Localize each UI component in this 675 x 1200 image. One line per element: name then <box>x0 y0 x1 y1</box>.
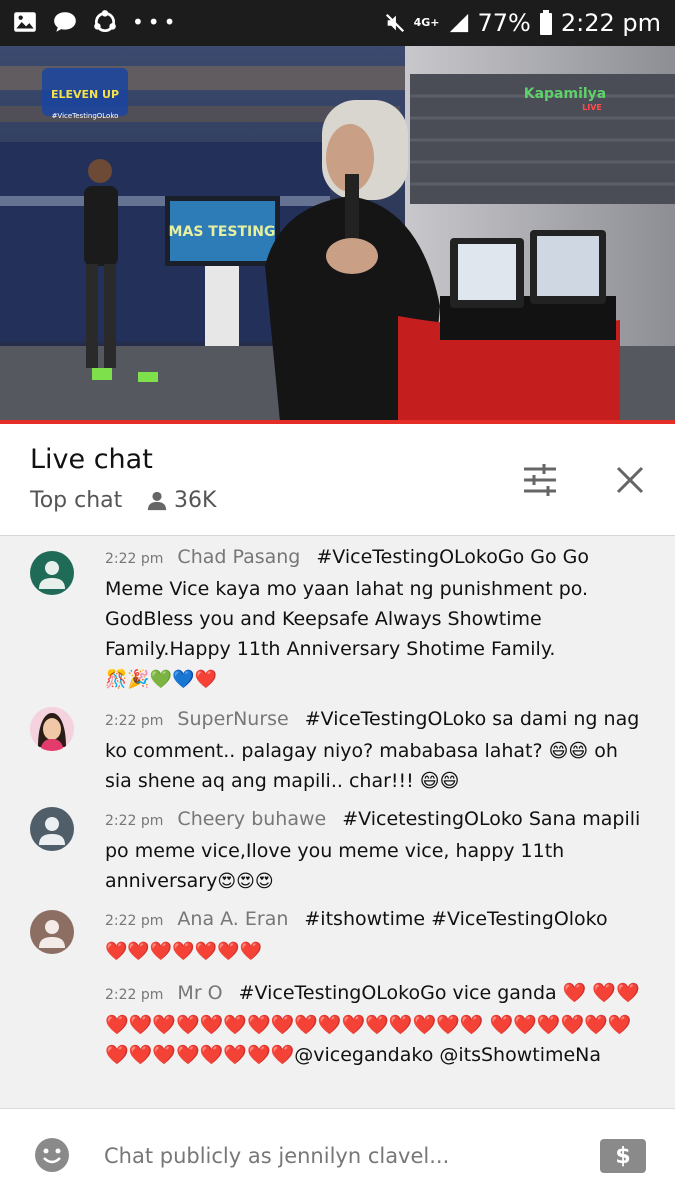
message-emoji: 🎊🎉💚💙❤️ <box>105 669 218 690</box>
default-avatar-icon <box>30 807 74 851</box>
network-type: 4G+ <box>413 16 440 29</box>
super-chat-button[interactable]: $ <box>600 1139 646 1173</box>
close-icon <box>616 466 644 494</box>
chat-title: Live chat <box>30 444 153 475</box>
video-player[interactable]: MAS TESTING ELEVEN UP #ViceTestingOLoko … <box>0 46 675 422</box>
chat-mode-selector[interactable]: Top chat <box>30 488 122 513</box>
default-avatar-icon <box>30 910 74 954</box>
more-notifications-icon: ••• <box>132 10 180 34</box>
sliders-icon <box>524 464 556 496</box>
default-avatar-icon <box>30 551 74 595</box>
chat-header: Live chat Top chat 36K <box>0 424 675 536</box>
message-time: 2:22 pm <box>105 551 164 567</box>
message-author[interactable]: Cheery buhawe <box>177 808 326 830</box>
signal-icon <box>449 13 468 33</box>
chat-filter-button[interactable] <box>518 458 562 502</box>
message-text: #itshowtime #ViceTestingOloko <box>304 908 608 930</box>
channel-logo: Kapamilya <box>524 86 607 102</box>
message-time: 2:22 pm <box>105 713 164 729</box>
show-logo: ELEVEN UP <box>51 88 119 101</box>
avatar[interactable] <box>30 707 74 751</box>
message-time: 2:22 pm <box>105 913 164 929</box>
close-chat-button[interactable] <box>608 458 652 502</box>
user-photo-avatar <box>30 707 74 751</box>
avatar[interactable] <box>30 551 74 595</box>
chat-message-list[interactable]: 2:22 pm Chad Pasang #ViceTestingOLokoGo Go… <box>0 536 675 1108</box>
status-bar: ••• 4G+ 77% 2:22 pm <box>0 0 675 46</box>
emoji-picker-icon[interactable] <box>34 1137 70 1173</box>
person-icon <box>147 491 167 510</box>
dollar-icon: $ <box>615 1143 631 1169</box>
chat-message-input[interactable] <box>104 1139 574 1173</box>
mute-icon <box>385 13 404 33</box>
battery-icon <box>539 10 552 35</box>
chat-input-bar: $ <box>0 1108 675 1200</box>
message-time: 2:22 pm <box>105 987 164 1003</box>
clock: 2:22 pm <box>560 9 661 37</box>
notification-icons: ••• <box>12 9 179 35</box>
live-badge: LIVE <box>582 103 602 112</box>
message-time: 2:22 pm <box>105 813 164 829</box>
screen-text: MAS TESTING <box>169 224 276 240</box>
hashtag-overlay: #ViceTestingOLoko <box>52 112 119 120</box>
message-emoji: 😍😍😍 <box>217 871 274 892</box>
avatar[interactable] <box>30 807 74 851</box>
gallery-icon <box>14 12 36 32</box>
message-icon <box>54 12 76 32</box>
message-author[interactable]: SuperNurse <box>177 708 288 730</box>
avatar[interactable] <box>30 910 74 954</box>
message-author[interactable]: Mr O <box>177 982 222 1004</box>
sync-icon <box>94 10 116 33</box>
battery-percent: 77% <box>477 9 531 37</box>
video-frame: MAS TESTING ELEVEN UP #ViceTestingOLoko … <box>0 46 675 422</box>
viewer-count-value: 36K <box>174 488 217 513</box>
message-author[interactable]: Chad Pasang <box>177 546 300 568</box>
message-author[interactable]: Ana A. Eran <box>177 908 288 930</box>
message-emoji: ❤️❤️❤️❤️❤️❤️❤️ <box>105 941 262 962</box>
viewer-count: 36K <box>146 488 216 513</box>
